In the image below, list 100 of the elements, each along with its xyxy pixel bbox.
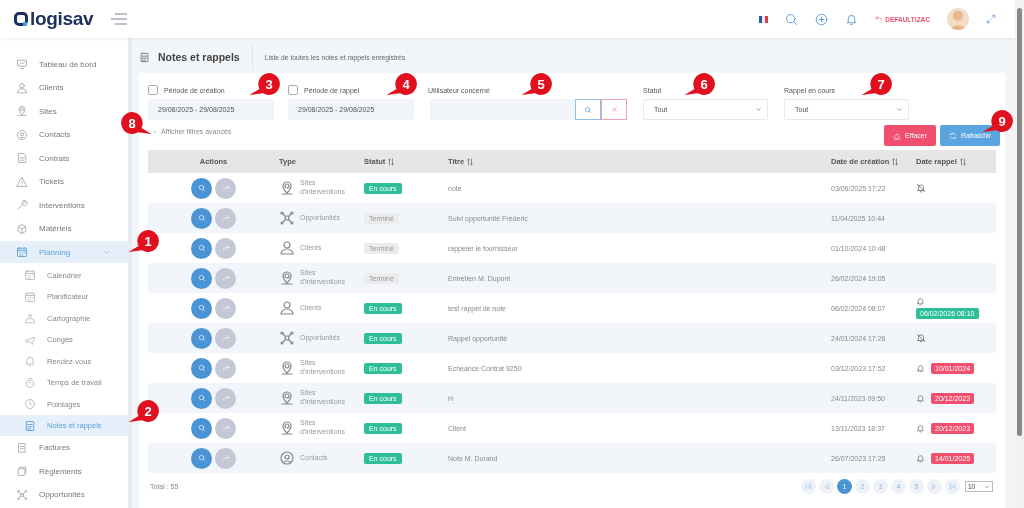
callout-marker: 3 (249, 72, 281, 96)
share-button[interactable] (215, 357, 236, 379)
network-icon (279, 210, 295, 226)
previous-page-button[interactable] (819, 479, 834, 494)
avatar[interactable] (947, 8, 969, 30)
sidebar-item[interactable]: Planning (0, 241, 128, 263)
sidebar-item[interactable]: Contacts (0, 123, 75, 146)
search-icon (197, 364, 206, 372)
sidebar-item[interactable]: Tickets (0, 170, 69, 193)
stopwatch-icon (24, 376, 36, 389)
checkbox[interactable] (288, 85, 298, 95)
pin-icon (279, 360, 295, 376)
share-arrow-icon (221, 364, 230, 372)
view-button[interactable] (191, 447, 212, 469)
callout-marker: 6 (684, 72, 716, 96)
warning-icon (16, 175, 28, 188)
search-icon (197, 274, 206, 282)
callout-marker: 5 (521, 72, 553, 96)
checkbox[interactable] (148, 85, 158, 95)
sidebar-item[interactable]: Factures (0, 436, 75, 459)
bell-icon (24, 355, 36, 367)
share-button[interactable] (215, 327, 236, 349)
share-button[interactable] (215, 297, 236, 319)
share-button[interactable] (215, 177, 236, 199)
logo-icon (14, 11, 28, 27)
share-button[interactable] (215, 207, 236, 229)
sidebar-item[interactable]: Règlements (0, 460, 86, 482)
last-page-icon (949, 483, 956, 490)
first-page-icon (805, 483, 812, 490)
previous-icon (823, 483, 830, 490)
notes-icon (139, 51, 150, 63)
bell-slash-icon (916, 333, 926, 343)
invoice-icon (16, 441, 28, 454)
plane-icon (24, 333, 36, 346)
bell-icon (916, 363, 925, 373)
calendar-icon (16, 246, 28, 258)
sidebar-item[interactable]: Tableau de bord (0, 53, 101, 75)
people-icon (279, 240, 295, 256)
refresh-icon (949, 131, 958, 140)
people-icon (16, 81, 28, 94)
box-icon (16, 222, 28, 235)
share-button[interactable] (215, 237, 236, 259)
share-button[interactable] (215, 417, 236, 439)
scrollbar[interactable] (1017, 8, 1022, 436)
share-arrow-icon (221, 214, 230, 222)
sidebar-item[interactable]: Contrats (0, 147, 74, 169)
view-button[interactable] (191, 207, 212, 229)
search-icon (584, 105, 592, 114)
view-button[interactable] (191, 327, 212, 349)
share-arrow-icon (221, 184, 230, 192)
menu-icon[interactable] (111, 13, 128, 25)
chevron-icon (984, 483, 990, 490)
share-button[interactable] (215, 267, 236, 289)
pin-icon (279, 180, 295, 196)
view-button[interactable] (191, 387, 212, 409)
chevron-icon (896, 106, 903, 113)
view-button[interactable] (191, 267, 212, 289)
share-arrow-icon (221, 244, 230, 252)
sort-icon (466, 157, 475, 166)
bell-icon (916, 297, 925, 306)
search-icon (197, 304, 206, 312)
callout-marker: 7 (861, 72, 893, 96)
view-button[interactable] (191, 417, 212, 439)
network-icon (279, 330, 295, 346)
view-button[interactable] (191, 237, 212, 259)
sidebar-item[interactable]: Opportunités (0, 483, 89, 506)
bell-icon (916, 423, 925, 433)
first-page-button[interactable] (801, 479, 816, 494)
search-button[interactable] (575, 99, 601, 120)
flag-icon[interactable] (759, 15, 769, 23)
next-page-button[interactable] (927, 479, 942, 494)
sidebar-item[interactable]: Interventions (0, 194, 89, 216)
network-icon (16, 488, 28, 501)
share-arrow-icon (221, 274, 230, 282)
search-icon (197, 334, 206, 342)
callout-marker: 2 (128, 399, 160, 423)
next-icon (931, 483, 938, 490)
return-arrow-icon (875, 15, 884, 23)
share-button[interactable] (215, 447, 236, 469)
people-icon (279, 300, 295, 316)
sort-icon (387, 157, 396, 166)
clock-icon (24, 398, 36, 410)
share-arrow-icon (221, 454, 230, 462)
chevron-icon (152, 128, 158, 135)
sort-icon (958, 157, 967, 166)
view-button[interactable] (191, 297, 212, 319)
sidebar-item[interactable]: Matériels (0, 217, 76, 240)
share-button[interactable] (215, 387, 236, 409)
last-page-button[interactable] (945, 479, 960, 494)
view-button[interactable] (191, 357, 212, 379)
sidebar-item[interactable]: Clients (0, 76, 68, 99)
fullscreen-icon (986, 14, 996, 24)
view-button[interactable] (191, 177, 212, 199)
bell-icon (845, 12, 859, 26)
search-icon (197, 214, 206, 222)
wrench-icon (16, 199, 28, 211)
sidebar-item[interactable]: Sites (0, 100, 61, 122)
clear-button[interactable] (601, 99, 627, 120)
search-icon (197, 184, 206, 192)
user-field[interactable] (430, 99, 575, 120)
